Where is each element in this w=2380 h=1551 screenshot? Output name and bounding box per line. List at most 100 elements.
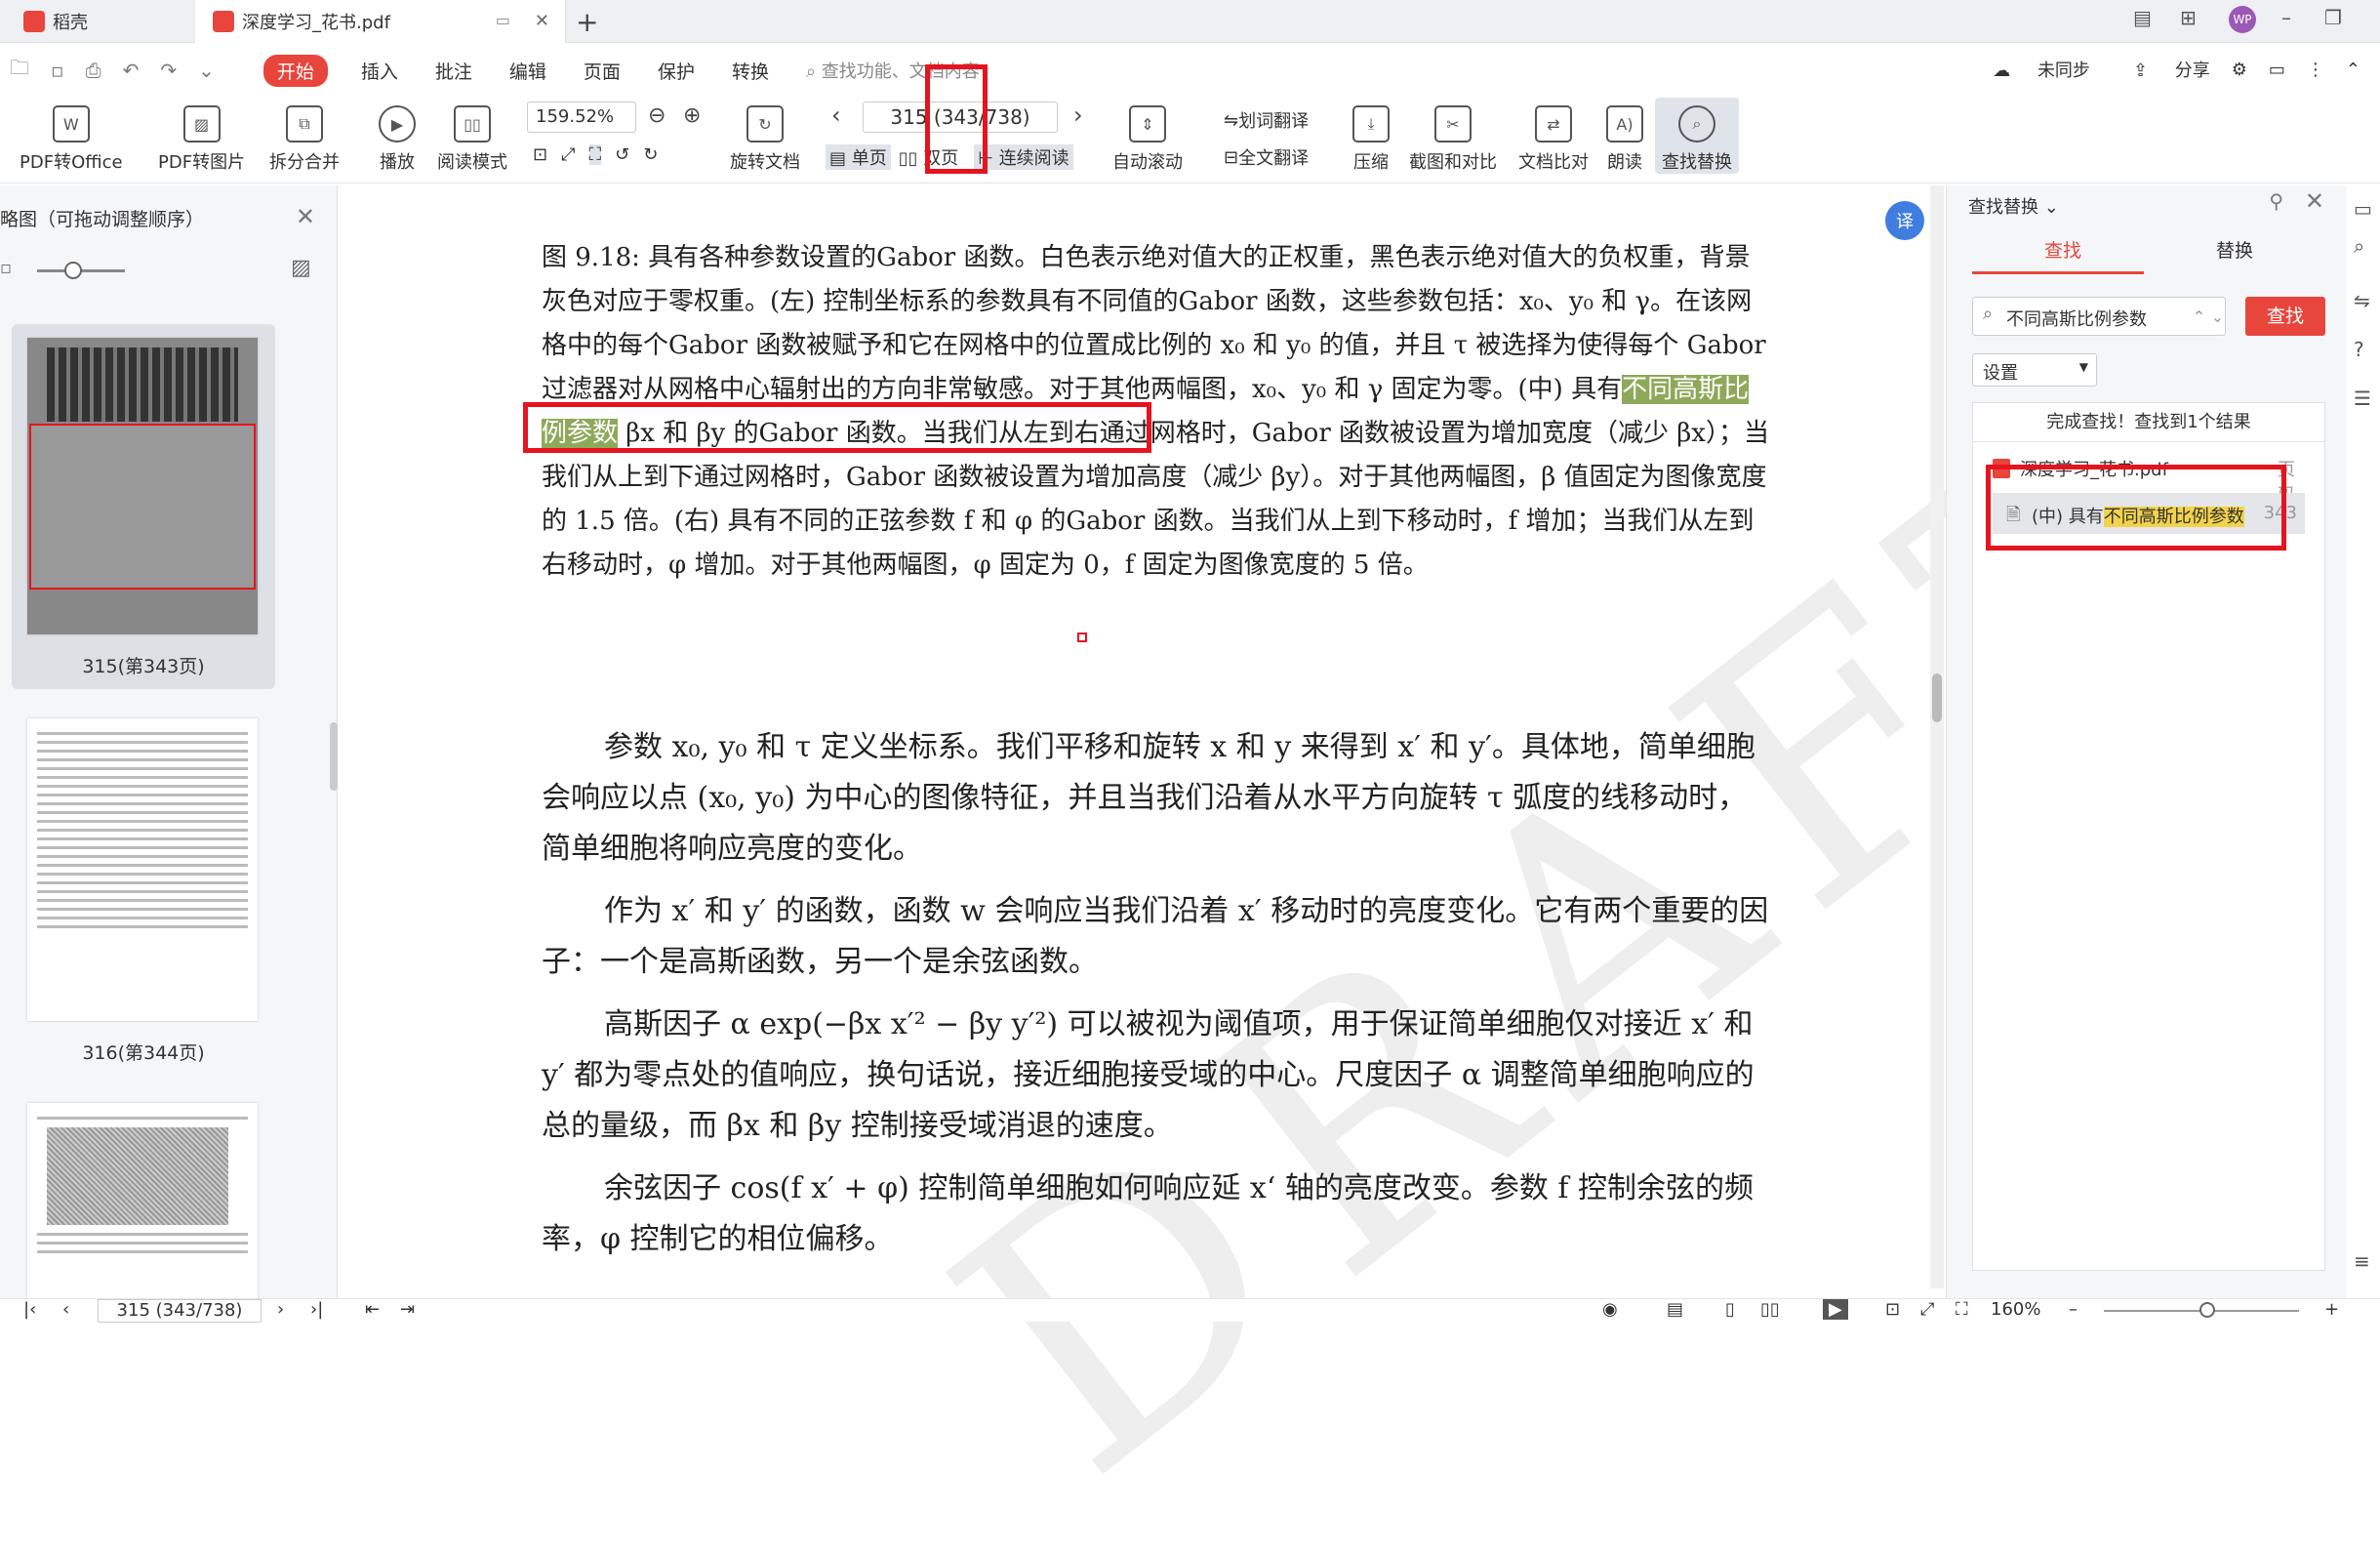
zoom-out-icon[interactable]: – (2069, 1299, 2077, 1320)
screenshot-compare-button[interactable]: ✂ 截图和对比 (1409, 98, 1497, 174)
help-icon[interactable]: ? (2354, 338, 2364, 361)
zoom-in-icon[interactable]: + (2324, 1299, 2339, 1320)
auto-scroll-button[interactable]: ⇕ 自动滚动 (1112, 98, 1183, 174)
grid-icon[interactable]: ⊞ (2180, 6, 2197, 29)
prev-page-icon[interactable]: ‹ (831, 102, 841, 129)
restore-icon[interactable]: ❐ (2324, 6, 2342, 29)
single-page-icon[interactable]: ▯ (1725, 1299, 1735, 1320)
single-page-button[interactable]: ▤ 单页 (826, 144, 891, 170)
menu-start[interactable]: 开始 (262, 54, 328, 87)
menu-page[interactable]: 页面 (584, 58, 621, 84)
tab-document[interactable]: 深度学习_花书.pdf ▭ ✕ (195, 0, 566, 43)
tab-replace[interactable]: 替换 (2216, 236, 2253, 263)
read-mode-button[interactable]: ▯▯ 阅读模式 (437, 98, 507, 174)
word-translate-button[interactable]: ⇋ 划词翻译 (1224, 107, 1309, 133)
close-icon[interactable]: ✕ (2305, 187, 2324, 215)
double-page-icon[interactable]: ▯▯ (1760, 1299, 1780, 1320)
menu-edit[interactable]: 编辑 (509, 58, 546, 84)
pdf-to-image-button[interactable]: ▨ PDF转图片 (158, 98, 245, 174)
slider-knob[interactable] (64, 262, 82, 279)
zoom-in-icon[interactable]: ⊕ (683, 103, 701, 128)
comment-icon[interactable]: ▭ (2269, 60, 2285, 80)
split-merge-button[interactable]: ⧉ 拆分合并 (269, 98, 340, 174)
thumbnail-scrollbar[interactable] (330, 722, 338, 791)
fit-page-icon[interactable]: ⛶ (1956, 1299, 1968, 1320)
thumbnail-page-315[interactable]: 315(第343页) (12, 324, 275, 689)
find-panel-title[interactable]: 查找替换 ⌄ (1968, 193, 2059, 219)
tab-daoke[interactable]: 稻壳 (0, 0, 195, 43)
prev-page-icon[interactable]: ‹ (62, 1299, 69, 1320)
avatar[interactable]: WP (2229, 6, 2256, 33)
fit-width-icon[interactable]: ⤢ (1920, 1299, 1934, 1320)
play-button[interactable]: ▶ 播放 (379, 98, 416, 174)
menu-convert[interactable]: 转换 (732, 58, 769, 84)
tab-screen-icon[interactable]: ▭ (496, 11, 510, 29)
close-icon[interactable]: ✕ (535, 11, 549, 31)
find-button[interactable]: 查找 (2245, 297, 2325, 336)
menu-insert[interactable]: 插入 (361, 58, 398, 84)
rotate-left-icon[interactable]: ↺ (615, 144, 629, 165)
next-page-icon[interactable]: › (1073, 102, 1083, 129)
zoom-level[interactable]: 160% (1991, 1299, 2040, 1320)
redo-icon[interactable]: ↷ (160, 59, 177, 82)
menu-annotate[interactable]: 批注 (435, 58, 472, 84)
new-tab-button[interactable]: + (576, 6, 598, 38)
thumbnail-large-icon[interactable]: ▨ (291, 256, 311, 280)
thumbnail-size-slider[interactable] (37, 262, 125, 279)
settings-icon[interactable]: ⚙ (2232, 60, 2247, 80)
rotate-right-icon[interactable]: ↻ (643, 144, 658, 165)
thumbnail-page-317[interactable] (12, 1093, 275, 1298)
doc-compare-button[interactable]: ⇄ 文档比对 (1518, 98, 1589, 174)
tab-find[interactable]: 查找 (2044, 236, 2081, 263)
rotate-document-button[interactable]: ↻ 旋转文档 (730, 98, 800, 174)
play-icon[interactable]: ▶ (1823, 1299, 1848, 1320)
document-scrollbar[interactable] (1930, 185, 1944, 1288)
thumbnail-small-icon[interactable]: ▫ (0, 258, 12, 278)
undo-icon[interactable]: ↶ (123, 59, 140, 82)
pin-icon[interactable]: ⚲ (2269, 189, 2283, 213)
save-icon[interactable]: ▫ (51, 59, 64, 82)
continuous-read-button[interactable]: ⊢ 连续阅读 (974, 144, 1073, 170)
minimize-icon[interactable]: – (2281, 6, 2291, 29)
first-page-icon[interactable]: |‹ (23, 1299, 36, 1320)
zoom-select[interactable]: 159.52% (527, 102, 636, 133)
read-aloud-button[interactable]: A) 朗读 (1606, 98, 1643, 174)
find-input[interactable]: ⌕ 不同高斯比例参数 ⌃ ⌄ (1972, 297, 2226, 336)
chevron-up-icon[interactable]: ⌃ (2193, 307, 2205, 326)
actual-size-icon[interactable]: ⊡ (533, 144, 547, 165)
settings-dropdown[interactable]: 设置 ▼ (1972, 353, 2097, 387)
layout-icon[interactable]: ▤ (2133, 6, 2152, 29)
chevron-down-icon[interactable]: ⌄ (2211, 307, 2224, 326)
folder-icon[interactable]: 🗀 (10, 54, 29, 87)
full-translate-button[interactable]: ⊟ 全文翻译 (1224, 144, 1309, 170)
forward-icon[interactable]: ⇥ (400, 1299, 415, 1320)
collapse-icon[interactable]: ⌃ (2346, 60, 2360, 80)
scroll-thumb[interactable] (1932, 673, 1942, 722)
layout-icon[interactable]: ▤ (1667, 1299, 1683, 1320)
fit-width-icon[interactable]: ⛶ (588, 144, 602, 165)
find-replace-button[interactable]: ⌕ 查找替换 (1655, 98, 1739, 174)
adjust-icon[interactable]: ☰ (2354, 387, 2371, 410)
print-icon[interactable]: ⎙ (86, 59, 101, 82)
thumbnail-page-316[interactable]: 316(第344页) (12, 709, 275, 1074)
properties-icon[interactable]: ▭ (2354, 197, 2372, 221)
close-icon[interactable]: ✕ (296, 203, 315, 230)
last-page-icon[interactable]: ›| (310, 1299, 323, 1320)
eye-icon[interactable]: ◉ (1602, 1299, 1618, 1320)
status-page-input[interactable]: 315 (343/738) (98, 1299, 262, 1323)
compress-button[interactable]: ⤓ 压缩 (1352, 98, 1390, 174)
back-icon[interactable]: ⇤ (365, 1299, 380, 1320)
pdf-to-office-button[interactable]: W PDF转Office (20, 98, 123, 174)
filter-icon[interactable]: ≡ (2354, 1249, 2370, 1273)
more-icon[interactable]: ⋮ (2307, 60, 2324, 80)
zoom-out-icon[interactable]: ⊖ (648, 103, 666, 128)
translate-icon[interactable]: ⇋ (2354, 289, 2370, 312)
share-button[interactable]: ⇪ 分享 (2112, 57, 2210, 82)
find-icon[interactable]: ⌕ (2354, 234, 2364, 258)
fit-page-icon[interactable]: ⤢ (561, 144, 575, 165)
floating-translate-button[interactable]: 译 (1885, 201, 1924, 240)
menu-protect[interactable]: 保护 (658, 58, 695, 84)
sync-status[interactable]: ☁ 未同步 (1971, 57, 2090, 82)
next-page-icon[interactable]: › (277, 1299, 284, 1320)
chevron-down-icon[interactable]: ⌄ (198, 59, 215, 82)
